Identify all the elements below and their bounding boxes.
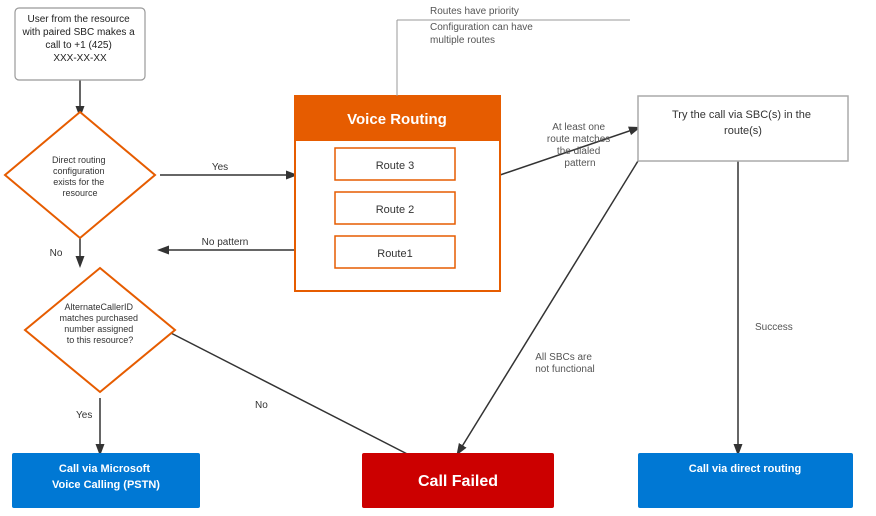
diamond2-label: AlternateCallerID matches purchased numb… [59, 302, 140, 345]
no2-label: No [255, 400, 268, 411]
success-label: Success [755, 322, 793, 333]
yes1-label: Yes [212, 162, 228, 173]
call-via-direct-box [638, 453, 853, 508]
all-sbcs-label: All SBCs are not functional [535, 352, 595, 375]
at-least-one-label: At least one route matches the dialed pa… [547, 122, 613, 169]
voice-routing-title: Voice Routing [347, 111, 447, 128]
no-pattern-label: No pattern [202, 237, 249, 248]
config-multiple-label2: multiple routes [430, 35, 495, 46]
route3-label: Route 3 [376, 160, 415, 172]
flowchart-diagram: User from the resource with paired SBC m… [0, 0, 876, 516]
route1-label: Route1 [377, 248, 412, 260]
yes2-label: Yes [76, 410, 92, 421]
call-failed-label: Call Failed [418, 473, 498, 490]
routes-priority-label: Routes have priority [430, 6, 519, 17]
no1-label: No [50, 248, 63, 259]
config-multiple-label: Configuration can have [430, 22, 533, 33]
call-via-direct-label: Call via direct routing [689, 463, 801, 475]
route2-label: Route 2 [376, 204, 415, 216]
